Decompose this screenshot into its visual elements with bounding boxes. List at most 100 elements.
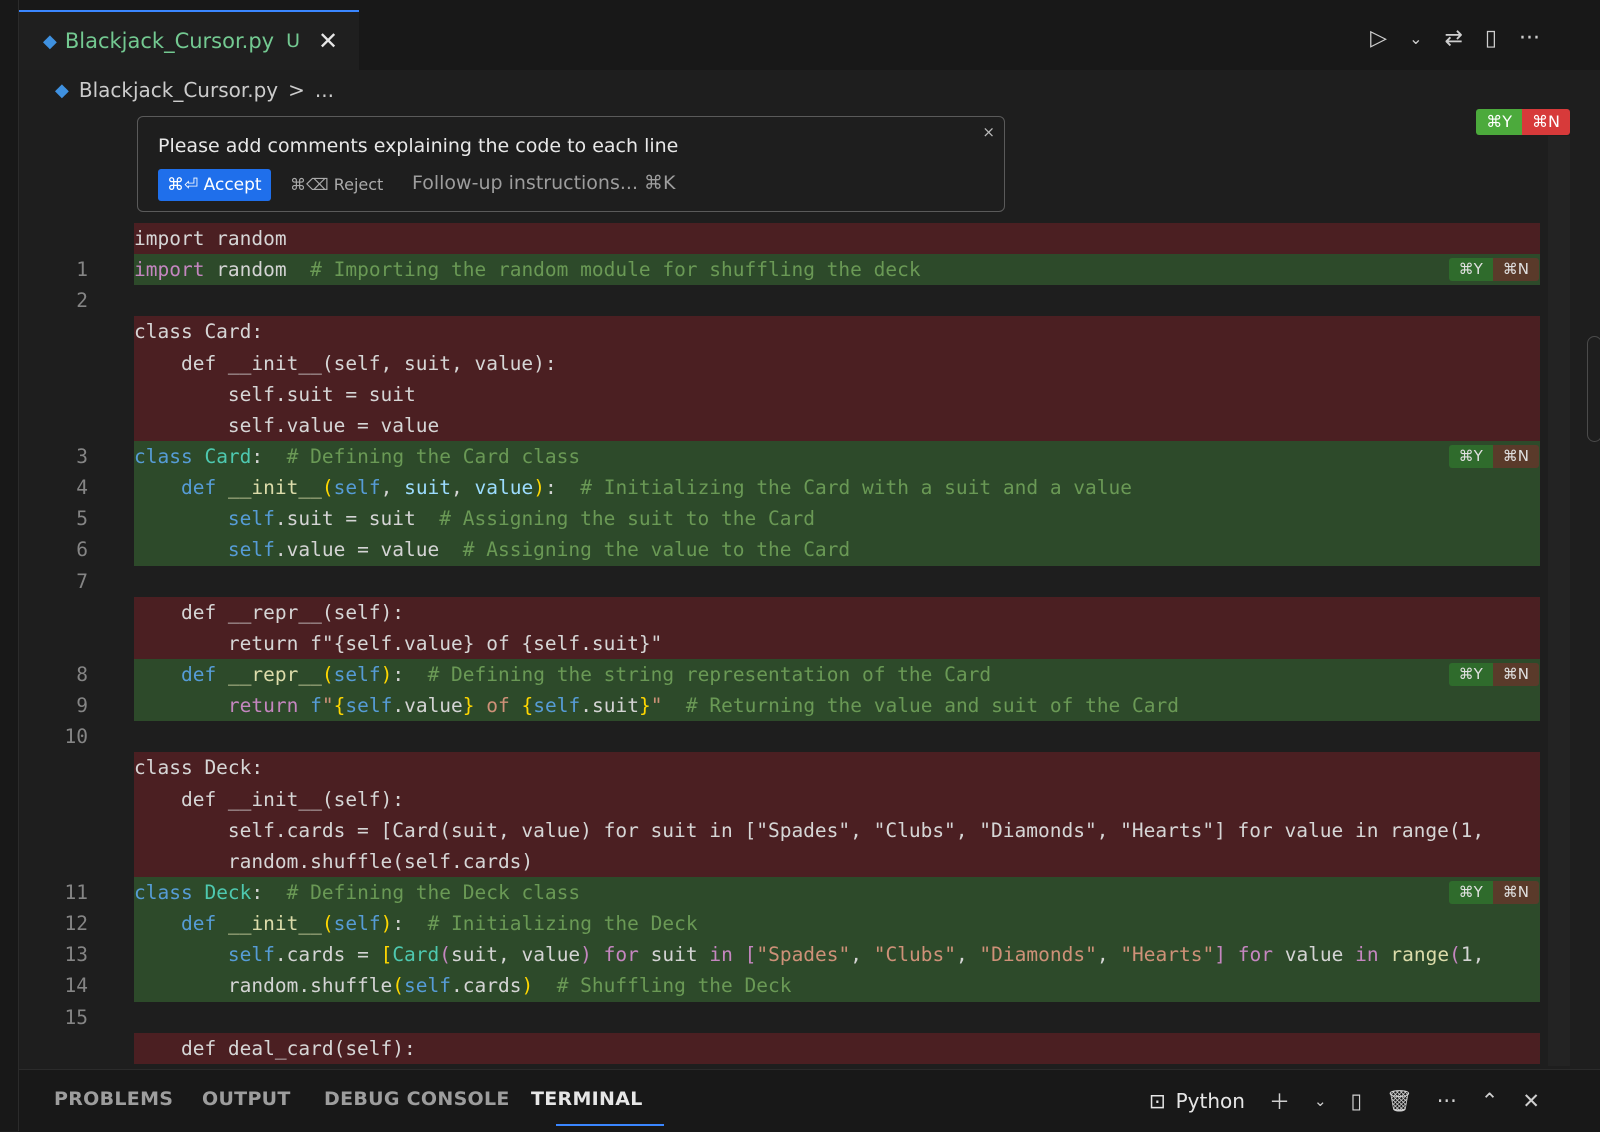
added-line: 3 class Card: # Defining the Card class ⌘… xyxy=(0,440,1570,473)
removed-line: def __repr__(self): xyxy=(0,596,1570,628)
code-text: class Deck: xyxy=(134,752,1540,784)
accept-hunk-button[interactable]: ⌘Y xyxy=(1448,444,1493,468)
removed-line: class Deck: xyxy=(0,752,1570,784)
code-text: def __repr__(self): # Defining the strin… xyxy=(134,658,1540,691)
terminal-selector[interactable]: ⊡ Python xyxy=(1149,1089,1245,1113)
tab-blackjack-cursor[interactable]: ◆ Blackjack_Cursor.py U ✕ xyxy=(19,10,359,70)
compare-changes-icon[interactable]: ⇄ xyxy=(1444,26,1462,51)
code-text: import random xyxy=(134,223,1540,255)
tab-output[interactable]: OUTPUT xyxy=(202,1088,291,1110)
reject-hunk-button[interactable]: ⌘N xyxy=(1492,880,1539,904)
added-line: 14 random.shuffle(self.cards) # Shufflin… xyxy=(0,970,1570,1002)
more-icon[interactable]: ··· xyxy=(1437,1089,1457,1113)
blank-line: 2 xyxy=(0,285,1570,316)
chevron-up-icon[interactable]: ⌃ xyxy=(1481,1089,1499,1113)
code-text: self.suit = suit # Assigning the suit to… xyxy=(134,503,1540,535)
code-text: random.shuffle(self.cards) xyxy=(134,845,1540,877)
removed-line: self.value = value xyxy=(0,409,1570,441)
code-text: return f"{self.value} of {self.suit}" xyxy=(134,627,1540,659)
code-text: def __init__(self, suit, value): # Initi… xyxy=(134,472,1540,504)
added-line: 13 self.cards = [Card(suit, value) for s… xyxy=(0,939,1570,971)
line-number: 10 xyxy=(64,725,88,749)
code-text: self.value = value xyxy=(134,409,1540,441)
panel-tab-bar: PROBLEMS OUTPUT DEBUG CONSOLE TERMINAL ⊡… xyxy=(19,1069,1600,1132)
line-number: 3 xyxy=(76,444,88,468)
split-terminal-icon[interactable]: ▯ xyxy=(1351,1089,1363,1113)
line-number: 7 xyxy=(76,569,88,593)
tab-filename: Blackjack_Cursor.py xyxy=(64,29,275,53)
run-icon[interactable]: ▷ xyxy=(1370,26,1387,51)
reject-all-button[interactable]: ⌘N xyxy=(1522,109,1570,135)
line-number: 14 xyxy=(64,974,88,998)
close-tab-icon[interactable]: ✕ xyxy=(318,27,338,55)
hunk-actions: ⌘Y ⌘N xyxy=(1448,880,1539,904)
line-number: 1 xyxy=(76,258,88,282)
close-prompt-icon[interactable]: × xyxy=(982,123,995,141)
accept-button[interactable]: ⌘⏎ Accept xyxy=(158,169,271,201)
chevron-down-icon[interactable]: ⌄ xyxy=(1314,1092,1327,1110)
plus-icon[interactable]: ＋ xyxy=(1269,1086,1290,1116)
close-icon[interactable]: ✕ xyxy=(1522,1089,1540,1113)
code-text: def __init__(self): # Initializing the D… xyxy=(134,908,1540,940)
terminal-icon: ⊡ xyxy=(1148,1089,1166,1113)
added-line: 1 import random # Importing the random mo… xyxy=(0,254,1570,286)
code-text: import random # Importing the random mod… xyxy=(134,254,1540,286)
tab-terminal[interactable]: TERMINAL xyxy=(531,1088,643,1110)
reject-button[interactable]: ⌘⌫ Reject xyxy=(290,175,383,194)
accept-hunk-button[interactable]: ⌘Y xyxy=(1448,662,1493,686)
tab-problems[interactable]: PROBLEMS xyxy=(54,1088,173,1110)
breadcrumb-separator: > xyxy=(288,78,305,102)
reject-hunk-button[interactable]: ⌘N xyxy=(1492,662,1539,686)
prompt-text: Please add comments explaining the code … xyxy=(158,135,679,157)
added-line: 11 class Deck: # Defining the Deck class … xyxy=(0,876,1570,909)
added-line: 9 return f"{self.value} of {self.suit}" … xyxy=(0,690,1570,722)
removed-line: return f"{self.value} of {self.suit}" xyxy=(0,627,1570,659)
active-tab-indicator xyxy=(556,1124,664,1126)
removed-line: import random xyxy=(0,223,1570,255)
breadcrumb-file[interactable]: Blackjack_Cursor.py xyxy=(79,78,278,102)
more-actions-icon[interactable]: ··· xyxy=(1519,26,1540,51)
followup-input[interactable]: Follow-up instructions... ⌘K xyxy=(412,172,675,194)
split-editor-icon[interactable]: ▯ xyxy=(1485,26,1497,51)
reject-hunk-button[interactable]: ⌘N xyxy=(1492,444,1539,468)
removed-line: random.shuffle(self.cards) xyxy=(0,845,1570,877)
code-text: def deal_card(self): xyxy=(134,1032,1540,1064)
reject-hunk-button[interactable]: ⌘N xyxy=(1492,258,1539,282)
code-text: random.shuffle(self.cards) # Shuffling t… xyxy=(134,970,1540,1002)
code-editor[interactable]: import random 1 import random # Importing… xyxy=(0,223,1570,1069)
line-number: 6 xyxy=(76,538,88,562)
line-number: 5 xyxy=(76,507,88,531)
code-text: class Card: # Defining the Card class xyxy=(134,440,1540,473)
tab-debug-console[interactable]: DEBUG CONSOLE xyxy=(324,1088,510,1110)
trash-icon[interactable]: 🗑 xyxy=(1386,1089,1413,1114)
tab-status-untracked: U xyxy=(286,30,301,52)
python-file-icon: ◆ xyxy=(43,30,57,52)
hunk-actions: ⌘Y ⌘N xyxy=(1448,444,1539,468)
removed-line: self.cards = [Card(suit, value) for suit… xyxy=(0,814,1570,846)
run-dropdown-icon[interactable]: ⌄ xyxy=(1409,29,1422,48)
hunk-actions: ⌘Y ⌘N xyxy=(1448,662,1539,686)
removed-line: def __init__(self, suit, value): xyxy=(0,347,1570,379)
scrollbar-thumb[interactable] xyxy=(1587,336,1600,442)
code-text: def __init__(self): xyxy=(134,783,1540,815)
accept-hunk-button[interactable]: ⌘Y xyxy=(1448,258,1493,282)
breadcrumb: ◆ Blackjack_Cursor.py > ... xyxy=(55,75,334,105)
blank-line: 15 xyxy=(0,1002,1570,1033)
python-file-icon: ◆ xyxy=(55,79,69,101)
line-number: 12 xyxy=(64,912,88,936)
line-number: 15 xyxy=(64,1005,88,1029)
panel-actions: ⊡ Python ＋ ⌄ ▯ 🗑 ··· ⌃ ✕ xyxy=(1149,1086,1540,1116)
accept-all-button[interactable]: ⌘Y xyxy=(1476,109,1523,135)
blank-line: 7 xyxy=(0,566,1570,597)
hunk-actions: ⌘Y ⌘N xyxy=(1448,258,1539,282)
line-number: 8 xyxy=(76,662,88,686)
breadcrumb-more[interactable]: ... xyxy=(315,78,334,102)
accept-hunk-button[interactable]: ⌘Y xyxy=(1448,880,1493,904)
editor-actions: ▷ ⌄ ⇄ ▯ ··· xyxy=(1370,26,1540,51)
code-text: self.value = value # Assigning the value… xyxy=(134,534,1540,566)
added-line: 8 def __repr__(self): # Defining the str… xyxy=(0,658,1570,691)
removed-line: def deal_card(self): xyxy=(0,1032,1570,1064)
editor-tab-bar: ◆ Blackjack_Cursor.py U ✕ ▷ ⌄ ⇄ ▯ ··· xyxy=(19,10,1600,70)
added-line: 4 def __init__(self, suit, value): # Ini… xyxy=(0,472,1570,504)
accept-reject-all: ⌘Y ⌘N xyxy=(1476,109,1570,135)
